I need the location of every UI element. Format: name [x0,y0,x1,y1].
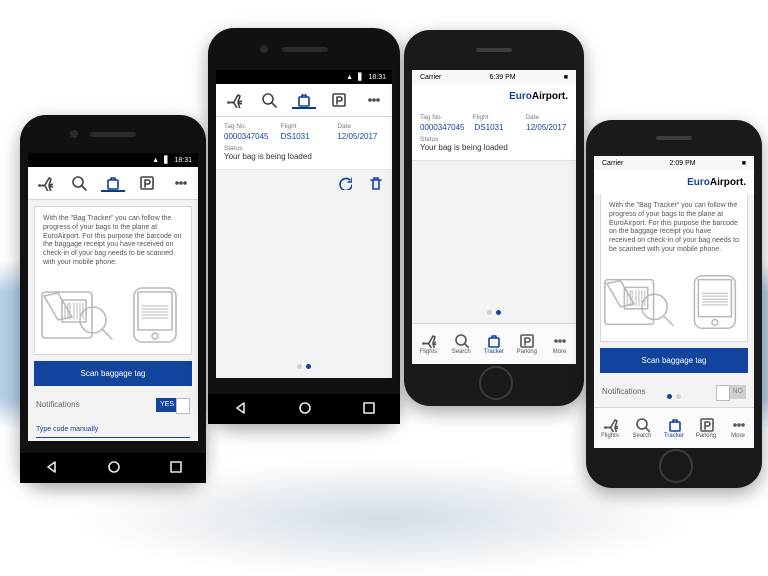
bag-date: 12/05/2017 [526,123,568,132]
page-dots [216,361,392,372]
ios-status-bar: Carrier 2:09 PM ■ [594,156,754,170]
more-icon [731,417,746,432]
tab-search[interactable] [71,175,87,191]
scan-button[interactable]: Scan baggage tag [34,361,192,386]
nav-recent[interactable] [168,459,183,477]
tab-more[interactable]: More [722,408,754,448]
intro-text: With the "Bag Tracker" you can follow th… [601,194,747,263]
detail-headers: Tag No. Flight Date [412,108,576,123]
ios-status-bar: Carrier 6:39 PM ■ [412,70,576,84]
plane-icon [421,333,436,348]
intro-card: With the "Bag Tracker" you can follow th… [34,206,192,355]
tag-number: 0000347045 [224,132,271,141]
tab-parking[interactable]: Parking [510,324,543,364]
more-icon [552,333,567,348]
suitcase-icon [105,175,121,191]
parking-icon [139,175,155,191]
bag-status: Your bag is being loaded [412,143,576,161]
tag-number: 0000347045 [420,123,465,132]
nav-home[interactable] [106,459,121,477]
bag-scan-illustration [601,267,747,337]
nav-home[interactable] [297,400,312,418]
tab-parking[interactable] [139,175,155,191]
detail-values: 0000347045 DS1031 12/05/2017 [216,132,392,145]
flight-number: DS1031 [281,132,328,141]
bag-date: 12/05/2017 [337,132,384,141]
ios-tab-bar: Flights Search Tracker Parking More [594,407,754,448]
detail-headers: Tag No. Flight Date [216,117,392,132]
scan-button[interactable]: Scan baggage tag [600,348,748,373]
tab-more[interactable] [173,175,189,191]
nav-back[interactable] [44,459,59,477]
parking-icon [699,417,714,432]
android-nav-bar [208,394,400,424]
parking-icon [331,92,347,108]
search-icon [71,175,87,191]
tab-more[interactable]: More [543,324,576,364]
plane-icon [603,417,618,432]
suitcase-icon [296,92,312,108]
bag-scan-illustration [38,280,188,350]
plane-icon [37,175,53,191]
tab-flights[interactable] [226,92,242,108]
more-icon [173,175,189,191]
intro-illustration [35,276,191,354]
top-tab-bar [216,84,392,117]
page-dots [412,307,576,318]
tab-tracker[interactable]: Tracker [658,408,690,448]
detail-values: 0000347045 DS1031 12/05/2017 [412,123,576,136]
delete-button[interactable] [368,176,382,193]
tab-search[interactable]: Search [626,408,658,448]
tab-tracker[interactable] [105,175,121,191]
brand-header: EuroAirport. [412,84,576,108]
intro-illustration [601,263,747,341]
trash-icon [368,176,382,190]
top-tab-bar [28,167,198,200]
brand-header: EuroAirport. [594,170,754,194]
page-dots [594,391,754,402]
notifications-toggle[interactable]: YES [156,398,190,412]
suitcase-icon [667,417,682,432]
android-status-bar: ▲▋18:31 [216,70,392,84]
tab-flights[interactable]: Flights [412,324,445,364]
intro-text: With the "Bag Tracker" you can follow th… [35,207,191,276]
nav-back[interactable] [233,400,248,418]
phone-android-details: ▲▋18:31 Tag No. Flight Date 0000347045 D… [208,28,400,424]
tab-parking[interactable]: Parking [690,408,722,448]
search-icon [454,333,469,348]
ios-tab-bar: Flights Search Tracker Parking More [412,323,576,364]
more-icon [366,92,382,108]
tab-tracker[interactable] [296,92,312,108]
tab-tracker[interactable]: Tracker [478,324,511,364]
phone-android-intro: ▲▋18:31 With the "Bag Tracker" you can f… [20,115,206,483]
tab-parking[interactable] [331,92,347,108]
refresh-button[interactable] [338,176,352,193]
search-icon [261,92,277,108]
flight-number: DS1031 [475,123,517,132]
tab-search[interactable] [261,92,277,108]
plane-icon [226,92,242,108]
android-status-bar: ▲▋18:31 [28,153,198,167]
nav-recent[interactable] [361,400,376,418]
bag-status: Your bag is being loaded [216,152,392,170]
tab-flights[interactable]: Flights [594,408,626,448]
search-icon [635,417,650,432]
parking-icon [519,333,534,348]
suitcase-icon [486,333,501,348]
phone-ios-intro: Carrier 2:09 PM ■ EuroAirport. With the … [586,120,762,488]
tab-more[interactable] [366,92,382,108]
tab-search[interactable]: Search [445,324,478,364]
notifications-label: Notifications [36,400,80,409]
intro-card: With the "Bag Tracker" you can follow th… [600,194,748,342]
phone-ios-details: Carrier 6:39 PM ■ EuroAirport. Tag No. F… [404,30,584,406]
tab-flights[interactable] [37,175,53,191]
manual-code-input[interactable]: Type code manually [36,422,190,438]
android-nav-bar [20,453,206,483]
refresh-icon [338,176,352,190]
